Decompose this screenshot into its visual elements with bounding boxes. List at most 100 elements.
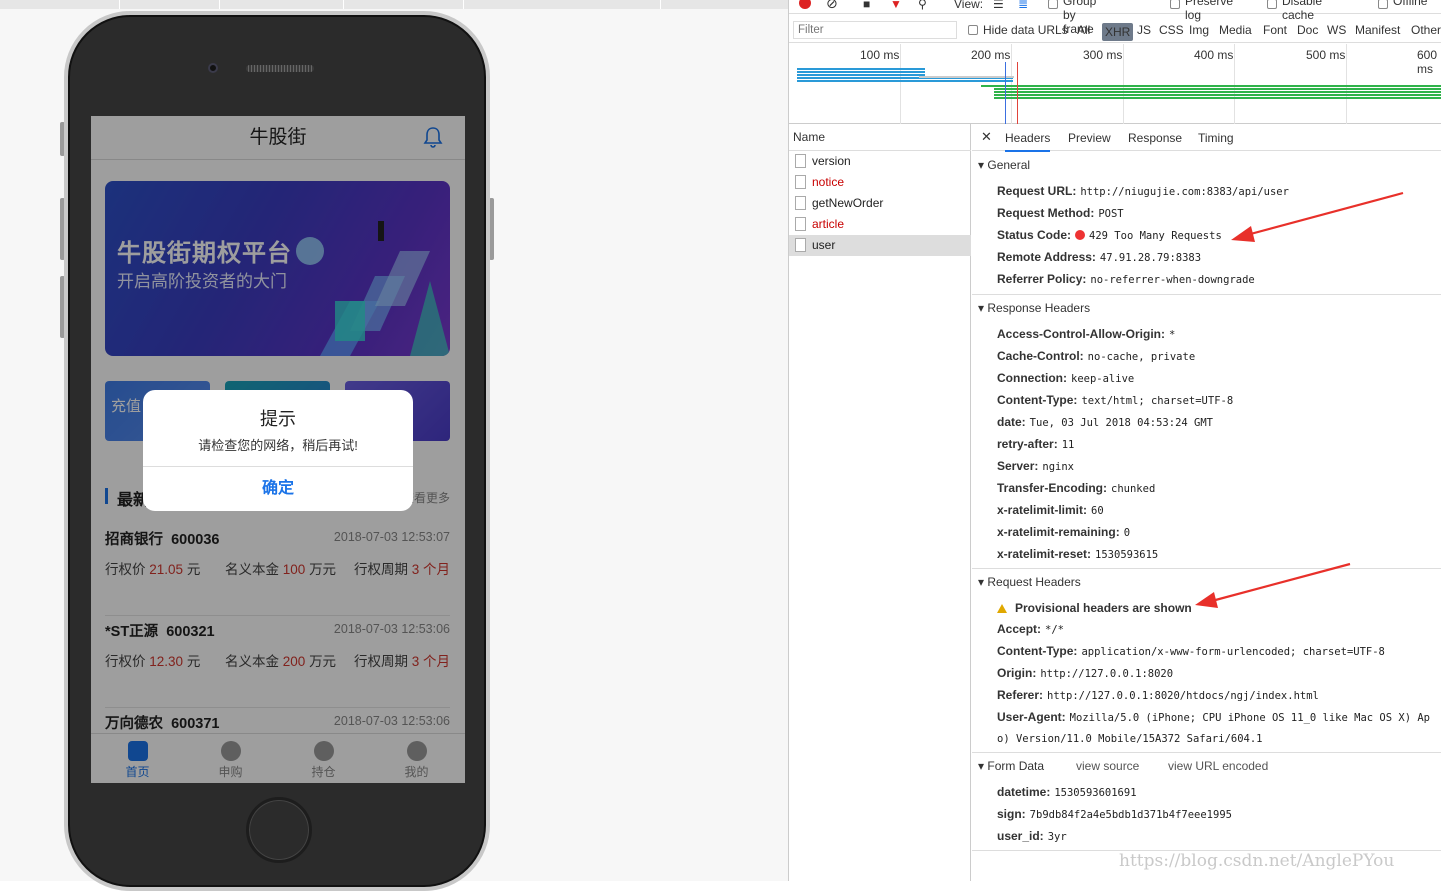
header-row: Server: nginx bbox=[997, 459, 1074, 473]
file-icon bbox=[795, 217, 806, 231]
group-by-frame-checkbox[interactable]: Group by frame bbox=[1048, 0, 1096, 36]
form-row: sign: 7b9db84f2a4e5bdb1d371b4f7eee1995 bbox=[997, 807, 1232, 821]
type-filter-media[interactable]: Media bbox=[1219, 23, 1252, 37]
phone-home-button[interactable] bbox=[246, 797, 312, 863]
phone-camera bbox=[208, 63, 218, 73]
camera-icon[interactable]: ■ bbox=[863, 0, 870, 11]
form-row: user_id: 3yr bbox=[997, 829, 1067, 843]
file-icon bbox=[795, 175, 806, 189]
annotation-arrow-icon bbox=[1195, 562, 1351, 608]
header-row: x-ratelimit-remaining: 0 bbox=[997, 525, 1131, 539]
header-row: x-ratelimit-limit: 60 bbox=[997, 503, 1104, 517]
clear-icon[interactable]: ⊘ bbox=[826, 0, 838, 12]
header-row: Cache-Control: no-cache, private bbox=[997, 349, 1196, 363]
network-overview-timeline[interactable]: 100 ms 200 ms 300 ms 400 ms 500 ms 600 m… bbox=[789, 44, 1441, 124]
network-toolbar: ⊘ ■ ▼ ⚲ View: ☰ ≣ Group by frame Preserv… bbox=[789, 0, 1441, 36]
phone-screen: 牛股街 牛股街期权平台 开启高阶投资者的大门 充值 申购 持仓 bbox=[91, 116, 465, 783]
dialog-title: 提示 bbox=[260, 409, 296, 429]
header-row: User-Agent: Mozilla/5.0 (iPhone; CPU iPho… bbox=[997, 710, 1430, 724]
filter-input[interactable] bbox=[793, 21, 957, 39]
header-row: Accept: */* bbox=[997, 622, 1064, 636]
filter-bar: Hide data URLs All XHR JS CSS Img Media … bbox=[789, 17, 1441, 43]
form-data-section: ▾ Form Data view source view URL encoded… bbox=[972, 752, 1441, 852]
type-filter-img[interactable]: Img bbox=[1189, 23, 1209, 37]
devtools-network-panel: ⊘ ■ ▼ ⚲ View: ☰ ≣ Group by frame Preserv… bbox=[788, 0, 1441, 881]
phone-speaker bbox=[246, 65, 314, 72]
view-url-encoded-link[interactable]: view URL encoded bbox=[1168, 759, 1268, 773]
preserve-log-checkbox[interactable]: Preserve log bbox=[1170, 0, 1233, 22]
offline-checkbox[interactable]: Offline bbox=[1378, 0, 1427, 11]
status-error-icon bbox=[1075, 230, 1086, 240]
name-column-header[interactable]: Name bbox=[789, 124, 971, 151]
search-icon[interactable]: ⚲ bbox=[918, 0, 927, 11]
request-row[interactable]: version bbox=[789, 151, 971, 172]
type-filter-js[interactable]: JS bbox=[1137, 23, 1151, 37]
close-icon[interactable]: ✕ bbox=[981, 129, 992, 145]
record-icon[interactable] bbox=[799, 0, 811, 9]
header-row: x-ratelimit-reset: 1530593615 bbox=[997, 547, 1159, 561]
header-row: Content-Type: application/x-www-form-urle… bbox=[997, 644, 1385, 658]
tab-preview[interactable]: Preview bbox=[1068, 131, 1111, 145]
request-row[interactable]: notice bbox=[789, 172, 971, 193]
request-row[interactable]: article bbox=[789, 214, 971, 235]
watermark: https://blog.csdn.net/AnglePYou bbox=[1119, 851, 1395, 871]
type-filter-ws[interactable]: WS bbox=[1327, 23, 1346, 37]
emulator-toolbar bbox=[0, 0, 788, 9]
section-toggle[interactable]: ▾ General bbox=[978, 158, 1030, 172]
file-icon bbox=[795, 238, 806, 252]
request-row[interactable]: getNewOrder bbox=[789, 193, 971, 214]
annotation-arrow-icon bbox=[1231, 191, 1404, 242]
timeline-tick: 400 ms bbox=[1194, 48, 1234, 62]
waterfall-view-icon[interactable]: ≣ bbox=[1018, 0, 1028, 11]
request-row-selected[interactable]: user bbox=[789, 235, 971, 256]
device-emulator-area: 牛股街 牛股街期权平台 开启高阶投资者的大门 充值 申购 持仓 bbox=[0, 0, 788, 891]
view-label: View: bbox=[954, 0, 984, 11]
view-source-link[interactable]: view source bbox=[1076, 759, 1139, 773]
timeline-tick: 200 ms bbox=[971, 48, 1011, 62]
type-filter-all[interactable]: All bbox=[1077, 23, 1090, 37]
header-row: Referer: http://127.0.0.1:8020/htdocs/ngj… bbox=[997, 688, 1319, 702]
type-filter-font[interactable]: Font bbox=[1263, 23, 1287, 37]
tab-headers[interactable]: Headers bbox=[1005, 131, 1051, 152]
header-row: date: Tue, 03 Jul 2018 04:53:24 GMT bbox=[997, 415, 1213, 429]
timeline-tick: 300 ms bbox=[1083, 48, 1123, 62]
request-list: Name version notice getNewOrder article … bbox=[789, 124, 971, 881]
header-row: Origin: http://127.0.0.1:8020 bbox=[997, 666, 1174, 680]
header-row: Remote Address: 47.91.28.79:8383 bbox=[997, 250, 1202, 264]
header-row: retry-after: 11 bbox=[997, 437, 1075, 451]
tab-timing[interactable]: Timing bbox=[1198, 131, 1234, 145]
section-toggle[interactable]: ▾ Form Data bbox=[978, 759, 1044, 773]
header-row: Access-Control-Allow-Origin: * bbox=[997, 327, 1176, 341]
file-icon bbox=[795, 196, 806, 210]
type-filter-css[interactable]: CSS bbox=[1159, 23, 1184, 37]
disable-cache-checkbox[interactable]: Disable cache bbox=[1267, 0, 1322, 22]
filter-icon[interactable]: ▼ bbox=[890, 0, 902, 11]
header-row: Request Method: POST bbox=[997, 206, 1124, 220]
form-row: datetime: 1530593601691 bbox=[997, 785, 1137, 799]
header-row: Status Code: 429 Too Many Requests bbox=[997, 228, 1222, 242]
dialog-confirm-button[interactable]: 确定 bbox=[143, 467, 413, 511]
hide-data-urls-checkbox[interactable]: Hide data URLs bbox=[968, 23, 1068, 37]
header-row: Content-Type: text/html; charset=UTF-8 bbox=[997, 393, 1234, 407]
response-headers-section: ▾ Response Headers Access-Control-Allow-… bbox=[972, 294, 1441, 568]
list-view-icon[interactable]: ☰ bbox=[993, 0, 1004, 11]
section-toggle[interactable]: ▾ Request Headers bbox=[978, 575, 1081, 589]
type-filter-other[interactable]: Other bbox=[1411, 23, 1441, 37]
header-row: Connection: keep-alive bbox=[997, 371, 1135, 385]
detail-tabs: ✕ Headers Preview Response Timing bbox=[972, 124, 1441, 152]
section-toggle[interactable]: ▾ Response Headers bbox=[978, 301, 1090, 315]
alert-dialog: 提示 请检查您的网络，稍后再试! 确定 bbox=[143, 390, 413, 511]
type-filter-xhr[interactable]: XHR bbox=[1102, 23, 1134, 41]
file-icon bbox=[795, 154, 806, 168]
dialog-message: 请检查您的网络，稍后再试! bbox=[198, 438, 358, 453]
header-row: Transfer-Encoding: chunked bbox=[997, 481, 1156, 495]
header-row-wrap: o) Version/11.0 Mobile/15A372 Safari/604… bbox=[997, 733, 1263, 745]
timeline-tick: 600 ms bbox=[1417, 48, 1438, 76]
timeline-tick: 500 ms bbox=[1306, 48, 1346, 62]
warning-icon bbox=[997, 604, 1007, 613]
type-filter-manifest[interactable]: Manifest bbox=[1355, 23, 1400, 37]
type-filter-doc[interactable]: Doc bbox=[1297, 23, 1318, 37]
provisional-warning: Provisional headers are shown bbox=[997, 601, 1196, 615]
tab-response[interactable]: Response bbox=[1128, 131, 1182, 145]
header-row: Referrer Policy: no-referrer-when-downgra… bbox=[997, 272, 1255, 286]
